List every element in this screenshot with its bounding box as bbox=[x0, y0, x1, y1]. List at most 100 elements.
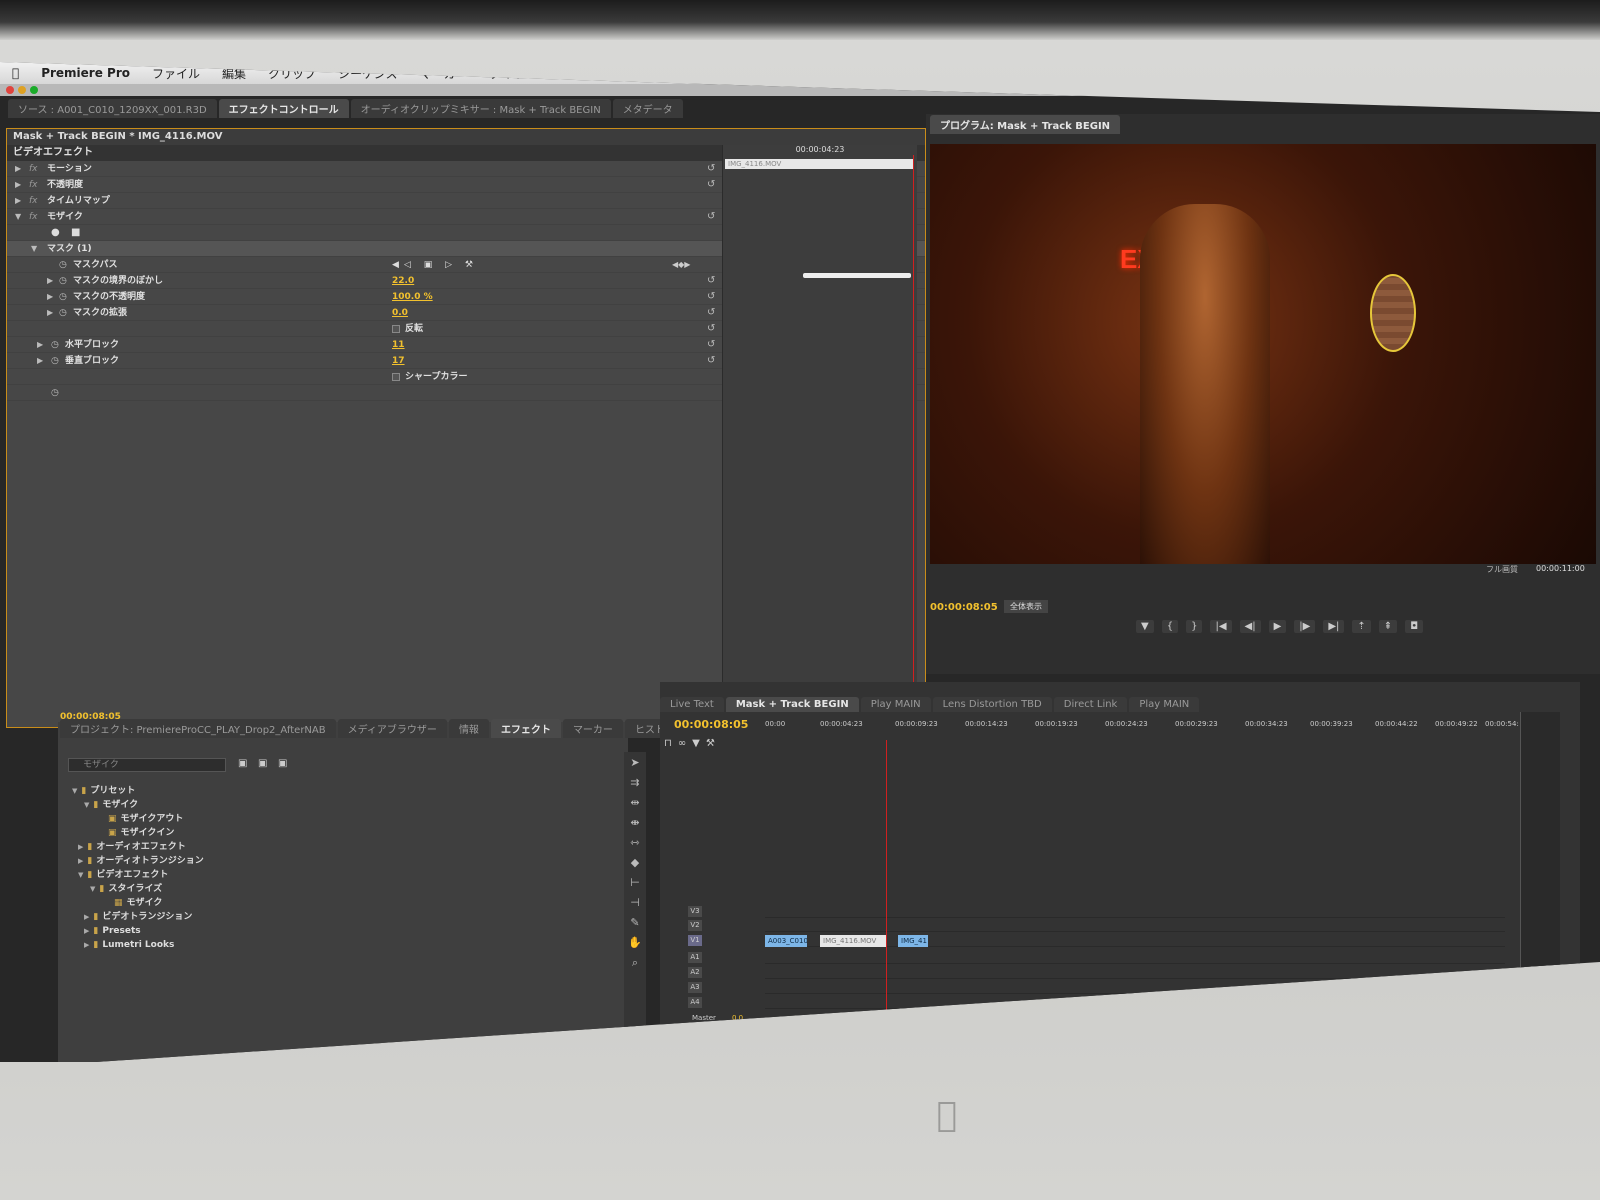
add-marker-icon[interactable]: ▼ bbox=[1136, 620, 1154, 633]
reset-icon[interactable]: ↺ bbox=[707, 305, 715, 321]
tree-mosaic-effect[interactable]: ▦ モザイク bbox=[114, 896, 162, 910]
track-a1[interactable] bbox=[765, 952, 1505, 964]
expand-triangle-icon[interactable]: ▶ bbox=[47, 289, 53, 305]
expand-triangle-icon[interactable]: ▶ bbox=[47, 305, 53, 321]
track-v1-label[interactable]: V1 bbox=[688, 935, 702, 946]
expand-triangle-icon[interactable]: ▶ bbox=[84, 941, 89, 949]
expand-triangle-icon[interactable]: ▶ bbox=[84, 913, 89, 921]
step-forward-icon[interactable]: |▶ bbox=[1294, 620, 1316, 633]
stopwatch-icon[interactable]: ◷ bbox=[59, 289, 67, 305]
track-a3-label[interactable]: A3 bbox=[688, 982, 702, 993]
tab-source[interactable]: ソース : A001_C010_1209XX_001.R3D bbox=[8, 99, 217, 118]
stopwatch-icon[interactable]: ◷ bbox=[59, 257, 67, 273]
fx-icon[interactable]: fx bbox=[29, 177, 38, 193]
add-marker-icon[interactable]: ▼ bbox=[692, 738, 700, 749]
track-a4-label[interactable]: A4 bbox=[688, 997, 702, 1008]
pen-tool-icon[interactable]: ✎ bbox=[626, 916, 644, 932]
tab-effects[interactable]: エフェクト bbox=[490, 719, 561, 738]
rectangle-mask-icon[interactable]: ■ bbox=[71, 225, 80, 241]
horizontal-blocks-value[interactable]: 11 bbox=[392, 337, 405, 353]
collapse-triangle-icon[interactable]: ▼ bbox=[15, 209, 21, 225]
expand-triangle-icon[interactable]: ▶ bbox=[37, 353, 43, 369]
export-frame-icon[interactable]: ◘ bbox=[1405, 620, 1424, 633]
reset-icon[interactable]: ↺ bbox=[707, 321, 715, 337]
track-a1-label[interactable]: A1 bbox=[688, 952, 702, 963]
mask-opacity-value[interactable]: 100.0 % bbox=[392, 289, 433, 305]
effect-timeline-clip[interactable]: IMG_4116.MOV bbox=[725, 159, 913, 169]
tab-metadata[interactable]: メタデータ bbox=[612, 99, 683, 118]
zoom-tool-icon[interactable]: ⌕ bbox=[626, 956, 644, 972]
32bit-effects-icon[interactable]: ▣ bbox=[258, 758, 267, 769]
track-v1[interactable]: A003_C010 IMG_4116.MOV IMG_41 bbox=[765, 935, 1505, 947]
timeline-timecode[interactable]: 00:00:08:05 bbox=[674, 718, 748, 731]
stopwatch-icon[interactable]: ◷ bbox=[51, 353, 59, 369]
app-menu[interactable]: Premiere Pro bbox=[41, 66, 130, 80]
menu-sequence[interactable]: シーケンス bbox=[338, 65, 397, 82]
mask-expansion-value[interactable]: 0.0 bbox=[392, 305, 408, 321]
track-v3[interactable] bbox=[765, 906, 1505, 918]
go-to-in-icon[interactable]: |◀ bbox=[1210, 620, 1232, 633]
expand-triangle-icon[interactable]: ▶ bbox=[15, 161, 21, 177]
tab-sequence-mask-track[interactable]: Mask + Track BEGIN bbox=[725, 697, 859, 712]
tab-markers[interactable]: マーカー bbox=[562, 719, 623, 738]
keyframe-nav-icon[interactable]: ◀◆▶ bbox=[672, 257, 690, 273]
track-a3[interactable] bbox=[765, 982, 1505, 994]
tree-presets[interactable]: ▼ ▮ プリセット bbox=[72, 784, 135, 798]
tree-audio-transitions[interactable]: ▶ ▮ オーディオトランジション bbox=[78, 854, 204, 868]
track-select-tool-icon[interactable]: ⇉ bbox=[626, 776, 644, 792]
stopwatch-icon[interactable]: ◷ bbox=[59, 305, 67, 321]
tree-mosaic-preset-folder[interactable]: ▼ ▮ モザイク bbox=[84, 798, 138, 812]
tree-lumetri-looks[interactable]: ▶ ▮ Lumetri Looks bbox=[84, 938, 174, 952]
razor-tool-icon[interactable]: ◆ bbox=[626, 856, 644, 872]
ripple-edit-tool-icon[interactable]: ⇹ bbox=[626, 796, 644, 812]
slip-tool-icon[interactable]: ⊢ bbox=[626, 876, 644, 892]
mask-feather-value[interactable]: 22.0 bbox=[392, 273, 414, 289]
track-a2-label[interactable]: A2 bbox=[688, 967, 702, 978]
clip-a003[interactable]: A003_C010 bbox=[765, 935, 807, 947]
slide-tool-icon[interactable]: ⊣ bbox=[626, 896, 644, 912]
tab-audio-clip-mixer[interactable]: オーディオクリップミキサー : Mask + Track BEGIN bbox=[350, 99, 611, 118]
apple-menu-icon[interactable]:  bbox=[12, 66, 19, 80]
reset-icon[interactable]: ↺ bbox=[707, 161, 715, 177]
tab-sequence-play-main[interactable]: Play MAIN bbox=[860, 697, 931, 712]
stopwatch-icon[interactable]: ◷ bbox=[51, 385, 59, 401]
menu-clip[interactable]: クリップ bbox=[268, 65, 316, 82]
reset-icon[interactable]: ↺ bbox=[707, 353, 715, 369]
reset-icon[interactable]: ↺ bbox=[707, 337, 715, 353]
expand-triangle-icon[interactable]: ▶ bbox=[78, 843, 83, 851]
effect-timeline-playhead[interactable] bbox=[913, 155, 914, 715]
stopwatch-icon[interactable]: ◷ bbox=[51, 337, 59, 353]
menu-edit[interactable]: 編集 bbox=[222, 65, 246, 82]
track-v3-label[interactable]: V3 bbox=[688, 906, 702, 917]
tab-sequence-direct-link[interactable]: Direct Link bbox=[1053, 697, 1128, 712]
sharp-colors-checkbox[interactable] bbox=[392, 373, 400, 381]
program-timecode[interactable]: 00:00:08:05 bbox=[930, 602, 998, 613]
expand-triangle-icon[interactable]: ▶ bbox=[15, 177, 21, 193]
track-a2[interactable] bbox=[765, 967, 1505, 979]
tab-sequence-lens-distortion[interactable]: Lens Distortion TBD bbox=[932, 697, 1052, 712]
mark-in-icon[interactable]: { bbox=[1161, 620, 1179, 633]
reset-icon[interactable]: ↺ bbox=[707, 177, 715, 193]
track-v2[interactable] bbox=[765, 920, 1505, 932]
collapse-triangle-icon[interactable]: ▼ bbox=[78, 871, 83, 879]
accelerated-effects-icon[interactable]: ▣ bbox=[238, 758, 247, 769]
timeline-playhead[interactable] bbox=[886, 740, 887, 1062]
collapse-triangle-icon[interactable]: ▼ bbox=[31, 241, 37, 257]
tab-media-browser[interactable]: メディアブラウザー bbox=[337, 719, 447, 738]
mosaic-ellipse-mask[interactable] bbox=[1370, 274, 1416, 352]
selection-tool-icon[interactable]: ➤ bbox=[626, 756, 644, 772]
menu-marker[interactable]: マーカー bbox=[419, 65, 467, 82]
reset-icon[interactable]: ↺ bbox=[707, 289, 715, 305]
tree-stylize[interactable]: ▼ ▮ スタイライズ bbox=[90, 882, 162, 896]
tab-sequence-live-text[interactable]: Live Text bbox=[660, 697, 724, 712]
menu-window[interactable]: ウィンドウ bbox=[560, 65, 620, 82]
clip-img41[interactable]: IMG_41 bbox=[898, 935, 928, 947]
play-icon[interactable]: ▶ bbox=[1268, 620, 1287, 633]
rolling-edit-tool-icon[interactable]: ⇼ bbox=[626, 816, 644, 832]
ellipse-mask-icon[interactable]: ● bbox=[51, 225, 60, 241]
minimize-window-button[interactable] bbox=[18, 86, 26, 94]
tab-program[interactable]: プログラム: Mask + Track BEGIN bbox=[930, 115, 1121, 134]
mark-out-icon[interactable]: } bbox=[1186, 620, 1203, 633]
tree-video-transitions[interactable]: ▶ ▮ ビデオトランジション bbox=[84, 910, 192, 924]
fit-zoom-select[interactable]: 全体表示 bbox=[1004, 600, 1048, 613]
